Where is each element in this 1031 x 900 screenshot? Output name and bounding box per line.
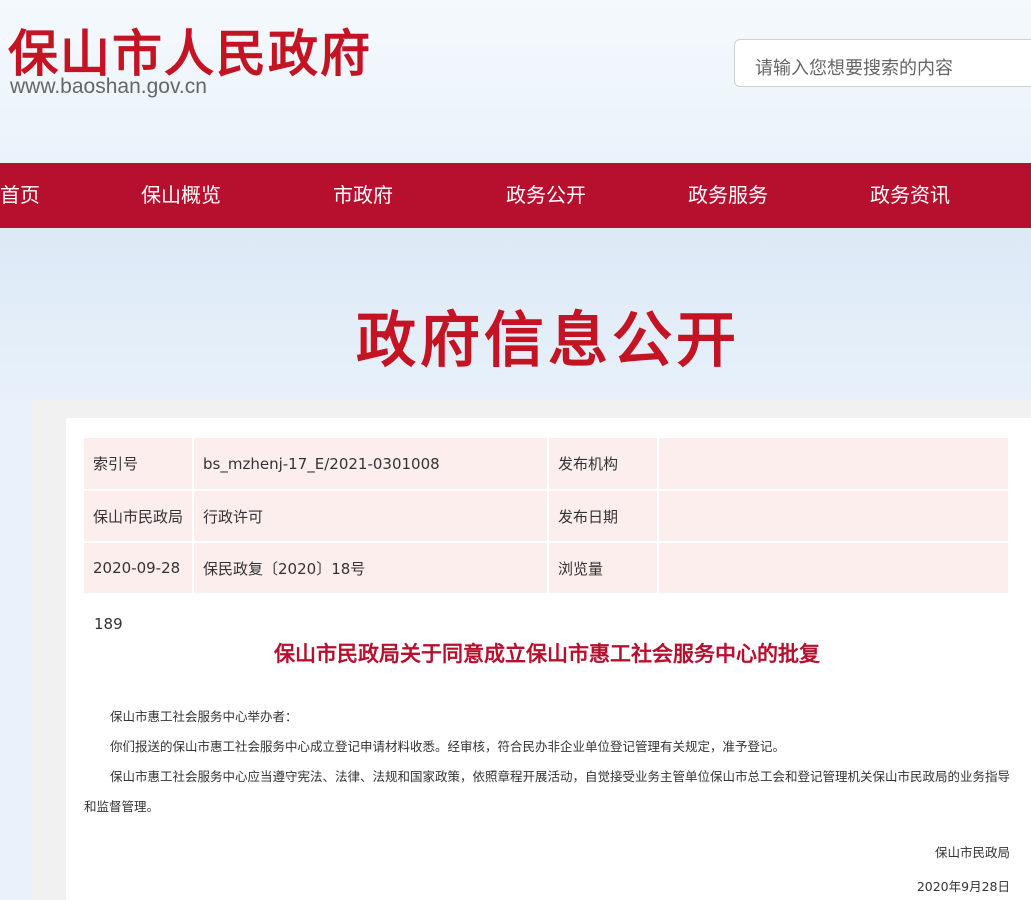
site-url: www.baoshan.gov.cn	[10, 75, 207, 98]
main-nav: 首页 保山概览 市政府 政务公开 政务服务 政务资讯	[0, 163, 1031, 228]
meta-value-category: 行政许可	[193, 490, 550, 543]
nav-item-government[interactable]: 市政府	[333, 163, 393, 228]
meta-value-date: 2020-09-28	[84, 542, 195, 595]
nav-item-home[interactable]: 首页	[0, 163, 40, 228]
document-body: 保山市惠工社会服务中心举办者： 你们报送的保山市惠工社会服务中心成立登记申请材料…	[84, 702, 1010, 822]
nav-item-news[interactable]: 政务资讯	[870, 163, 950, 228]
document-paragraph: 保山市惠工社会服务中心应当遵守宪法、法律、法规和国家政策，依照章程开展活动，自觉…	[84, 769, 1011, 814]
document-paragraph: 你们报送的保山市惠工社会服务中心成立登记申请材料收悉。经审核，符合民办非企业单位…	[110, 739, 786, 754]
meta-value-publisher-name: 保山市民政局	[84, 490, 195, 543]
search-input[interactable]: 请输入您想要搜索的内容	[734, 39, 1031, 87]
nav-item-overview[interactable]: 保山概览	[141, 163, 221, 228]
nav-item-open-affairs[interactable]: 政务公开	[506, 163, 586, 228]
meta-value-index: bs_mzhenj-17_E/2021-0301008	[193, 438, 550, 491]
document-title: 保山市民政局关于同意成立保山市惠工社会服务中心的批复	[274, 642, 820, 666]
meta-value-doc-number: 保民政复〔2020〕18号	[193, 542, 550, 595]
nav-item-services[interactable]: 政务服务	[688, 163, 768, 228]
meta-row: 保山市民政局 行政许可 发布日期	[84, 490, 1010, 543]
meta-value-empty	[658, 542, 1010, 595]
document-paragraph: 保山市惠工社会服务中心举办者：	[110, 709, 298, 724]
banner: 政府信息公开	[0, 228, 1031, 400]
meta-label-publisher: 发布机构	[548, 438, 660, 491]
banner-title: 政府信息公开	[356, 306, 740, 376]
meta-row: 索引号 bs_mzhenj-17_E/2021-0301008 发布机构	[84, 438, 1010, 491]
document-signature: 保山市民政局	[934, 845, 1010, 860]
document-meta-table: 索引号 bs_mzhenj-17_E/2021-0301008 发布机构 保山市…	[84, 438, 1010, 595]
meta-label-date: 发布日期	[548, 490, 660, 543]
meta-label-index: 索引号	[84, 438, 195, 491]
meta-value-publisher	[658, 438, 1010, 491]
meta-row: 2020-09-28 保民政复〔2020〕18号 浏览量	[84, 542, 1010, 595]
meta-value-empty	[658, 490, 1010, 543]
meta-label-views: 浏览量	[548, 542, 660, 595]
view-count: 189	[94, 615, 123, 633]
document-date: 2020年9月28日	[916, 879, 1010, 894]
